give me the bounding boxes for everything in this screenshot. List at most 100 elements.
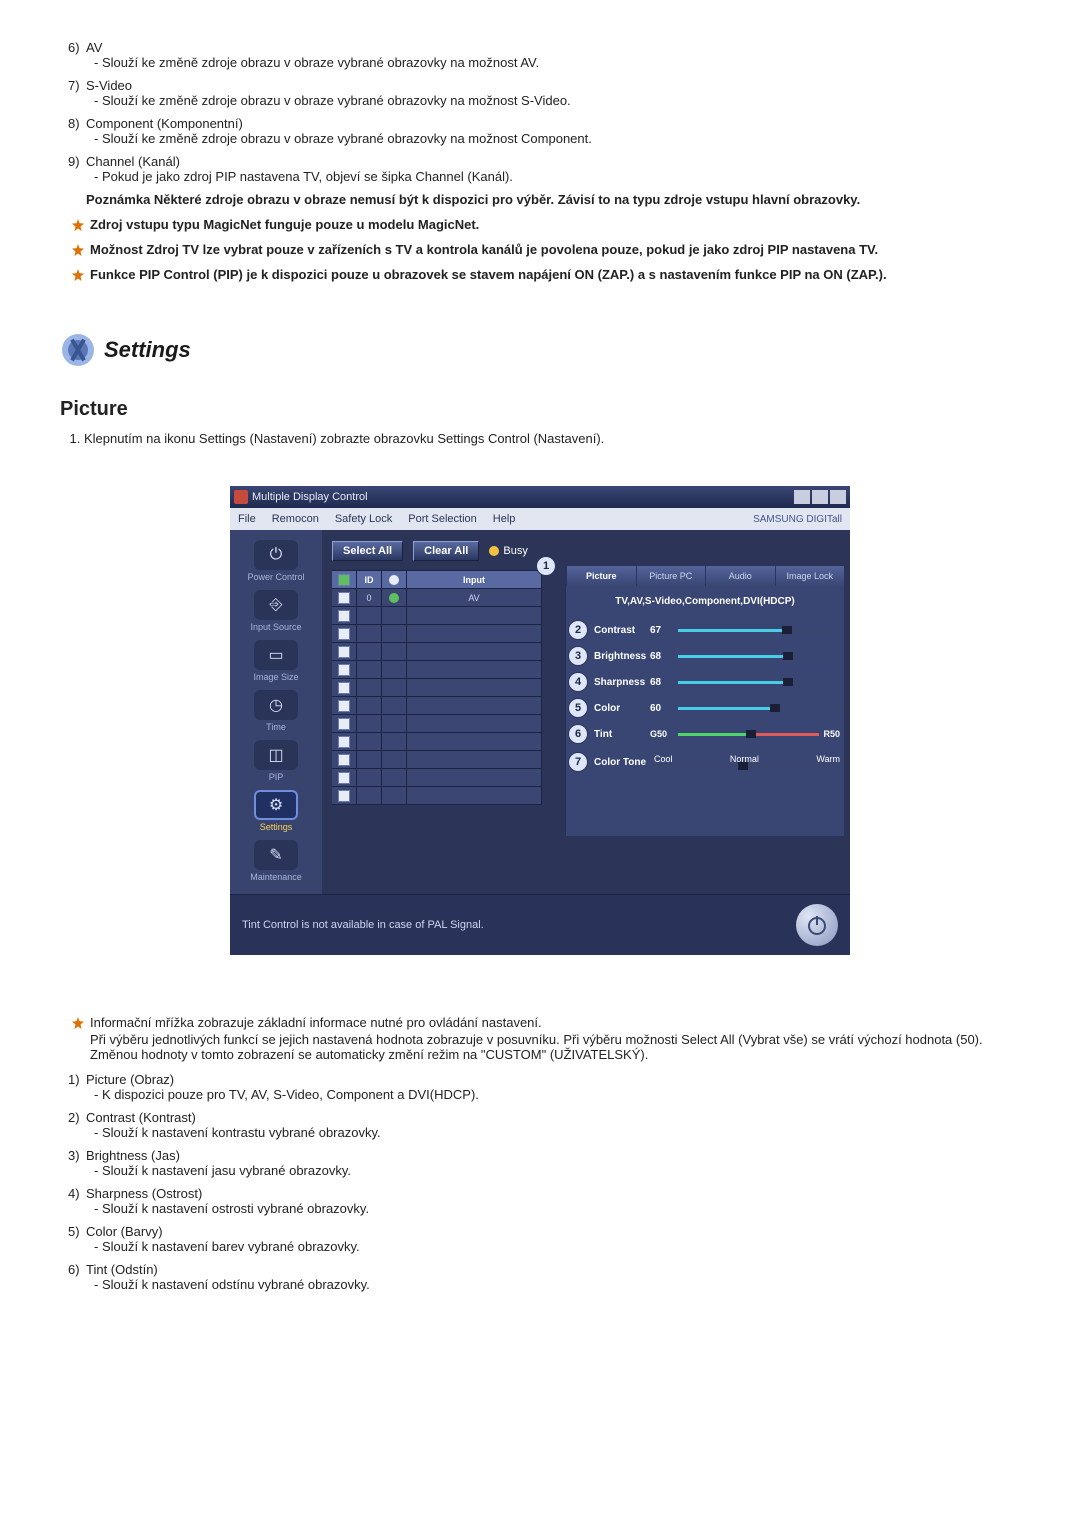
- footer-strip: Tint Control is not available in case of…: [230, 894, 850, 955]
- contrast-row[interactable]: 2Contrast67: [566, 617, 844, 643]
- callout-7: 7: [568, 752, 588, 772]
- tab-picture[interactable]: Picture: [566, 566, 636, 586]
- callout-4: 4: [568, 672, 588, 692]
- sharpness-row[interactable]: 4Sharpness68: [566, 669, 844, 695]
- tab-picture-pc[interactable]: Picture PC: [636, 566, 706, 586]
- color-tone-row[interactable]: 7 Color Tone CoolNormalWarm: [566, 747, 844, 777]
- sidebar: ⏻Power Control ⎆ Input Source ▭ Image Size ◷ T…: [230, 530, 322, 894]
- clear-all-button[interactable]: Clear All: [413, 541, 479, 561]
- app-title: Multiple Display Control: [252, 491, 368, 503]
- picture-options-list: 1)Picture (Obraz)- K dispozici pouze pro…: [68, 1072, 1020, 1292]
- sidebar-item-label: Time: [230, 722, 322, 732]
- brightness-row[interactable]: 3Brightness68: [566, 643, 844, 669]
- sidebar-item-maintenance[interactable]: ✎ Maintenance: [230, 840, 322, 882]
- brightness-slider[interactable]: [678, 652, 840, 660]
- sidebar-item-pip[interactable]: ◫ PIP: [230, 740, 322, 782]
- list-item: 2)Contrast (Kontrast)- Slouží k nastaven…: [68, 1110, 1020, 1140]
- titlebar: Multiple Display Control: [230, 486, 850, 508]
- picture-title: Picture: [60, 398, 1020, 421]
- sidebar-item-label: Maintenance: [230, 872, 322, 882]
- sidebar-item-image-size[interactable]: ▭ Image Size: [230, 640, 322, 682]
- color-tone-slider[interactable]: [654, 764, 840, 768]
- star-icon: [72, 244, 84, 256]
- step-1: Klepnutím na ikonu Settings (Nastavení) …: [84, 431, 1020, 446]
- list-item: 6)Tint (Odstín)- Slouží k nastavení odst…: [68, 1262, 1020, 1292]
- status-led-icon: [389, 593, 399, 603]
- window-controls[interactable]: [794, 490, 846, 504]
- color-slider[interactable]: [678, 704, 840, 712]
- sidebar-item-input-source[interactable]: ⎆ Input Source: [230, 590, 322, 632]
- star-note: Možnost Zdroj TV lze vybrat pouze v zaří…: [72, 242, 1020, 257]
- menu-item[interactable]: Safety Lock: [335, 513, 392, 525]
- sidebar-icon: ⎆: [254, 590, 298, 620]
- tint-row[interactable]: 6 Tint G50 R50: [566, 721, 844, 747]
- contrast-slider[interactable]: [678, 626, 840, 634]
- list-item: 3)Brightness (Jas)- Slouží k nastavení j…: [68, 1148, 1020, 1178]
- list-item: 1)Picture (Obraz)- K dispozici pouze pro…: [68, 1072, 1020, 1102]
- info-paragraph: Při výběru jednotlivých funkcí se jejich…: [90, 1032, 1020, 1062]
- sidebar-icon: ▭: [254, 640, 298, 670]
- sidebar-icon: ⏻: [254, 540, 298, 570]
- sidebar-item-label: Image Size: [230, 672, 322, 682]
- picture-steps: Klepnutím na ikonu Settings (Nastavení) …: [62, 431, 1020, 446]
- list-item: 5)Color (Barvy)- Slouží k nastavení bare…: [68, 1224, 1020, 1254]
- star-notes: Zdroj vstupu typu MagicNet funguje pouze…: [72, 217, 1020, 282]
- sidebar-item-label: Input Source: [230, 622, 322, 632]
- star-icon: [72, 269, 84, 281]
- callout-5: 5: [568, 698, 588, 718]
- pip-source-list: 6)AV- Slouží ke změně zdroje obrazu v ob…: [68, 40, 1020, 184]
- app-logo-icon: [234, 490, 248, 504]
- section-header-settings: Settings: [60, 332, 1020, 368]
- menubar: File Remocon Safety Lock Port Selection Help…: [230, 508, 850, 530]
- sidebar-icon: ✎: [254, 840, 298, 870]
- tab-audio[interactable]: Audio: [705, 566, 775, 586]
- menu-item[interactable]: File: [238, 513, 256, 525]
- callout-6: 6: [568, 724, 588, 744]
- callout-1: 1: [536, 556, 556, 576]
- minimize-icon[interactable]: [794, 490, 810, 504]
- list-item: 4)Sharpness (Ostrost)- Slouží k nastaven…: [68, 1186, 1020, 1216]
- sidebar-item-label: Settings: [230, 822, 322, 832]
- menu-item[interactable]: Help: [493, 513, 516, 525]
- tint-slider[interactable]: [678, 730, 819, 738]
- tab-image-lock[interactable]: Image Lock: [775, 566, 845, 586]
- sidebar-icon: ⚙: [254, 790, 298, 820]
- sidebar-item-label: PIP: [230, 772, 322, 782]
- busy-dot-icon: [489, 546, 499, 556]
- menu-item[interactable]: Remocon: [272, 513, 319, 525]
- color-tone-option[interactable]: Warm: [816, 754, 840, 764]
- main-pane: Select All Clear All Busy 1 ID Input 0: [322, 530, 850, 894]
- footer-message: Tint Control is not available in case of…: [242, 919, 484, 931]
- callout-3: 3: [568, 646, 588, 666]
- settings-panel: PicturePicture PCAudioImage Lock TV,AV,S…: [565, 566, 844, 836]
- sidebar-item-settings[interactable]: ⚙ Settings: [230, 790, 322, 832]
- list-item: 8)Component (Komponentní)- Slouží ke změ…: [68, 116, 1020, 146]
- maximize-icon[interactable]: [812, 490, 828, 504]
- list-item: 7)S-Video- Slouží ke změně zdroje obrazu…: [68, 78, 1020, 108]
- star-note: Funkce PIP Control (PIP) je k dispozici …: [72, 267, 1020, 282]
- menu-item[interactable]: Port Selection: [408, 513, 476, 525]
- list-item: 9)Channel (Kanál)- Pokud je jako zdroj P…: [68, 154, 1020, 184]
- color-row[interactable]: 5Color60: [566, 695, 844, 721]
- sidebar-item-power-control[interactable]: ⏻Power Control: [230, 540, 322, 582]
- sharpness-slider[interactable]: [678, 678, 840, 686]
- settings-title: Settings: [104, 337, 191, 363]
- color-tone-option[interactable]: Cool: [654, 754, 673, 764]
- select-all-button[interactable]: Select All: [332, 541, 403, 561]
- brand-label: SAMSUNG DIGITall: [753, 514, 842, 525]
- star-icon: [72, 1017, 84, 1029]
- callout-2: 2: [568, 620, 588, 640]
- sidebar-icon: ◫: [254, 740, 298, 770]
- sidebar-item-time[interactable]: ◷ Time: [230, 690, 322, 732]
- app-screenshot: Multiple Display Control File Remocon Safe…: [230, 486, 850, 955]
- list-item: 6)AV- Slouží ke změně zdroje obrazu v ob…: [68, 40, 1020, 70]
- info-notes: Informační mřížka zobrazuje základní inf…: [72, 1015, 1020, 1062]
- close-icon[interactable]: [830, 490, 846, 504]
- table-row[interactable]: 0 AV: [332, 589, 542, 607]
- sidebar-icon: ◷: [254, 690, 298, 720]
- info-star-text: Informační mřížka zobrazuje základní inf…: [90, 1015, 542, 1030]
- row-checkbox[interactable]: [338, 592, 350, 604]
- power-button[interactable]: [796, 904, 838, 946]
- busy-indicator: Busy: [489, 545, 527, 557]
- source-line: TV,AV,S-Video,Component,DVI(HDCP): [566, 586, 844, 617]
